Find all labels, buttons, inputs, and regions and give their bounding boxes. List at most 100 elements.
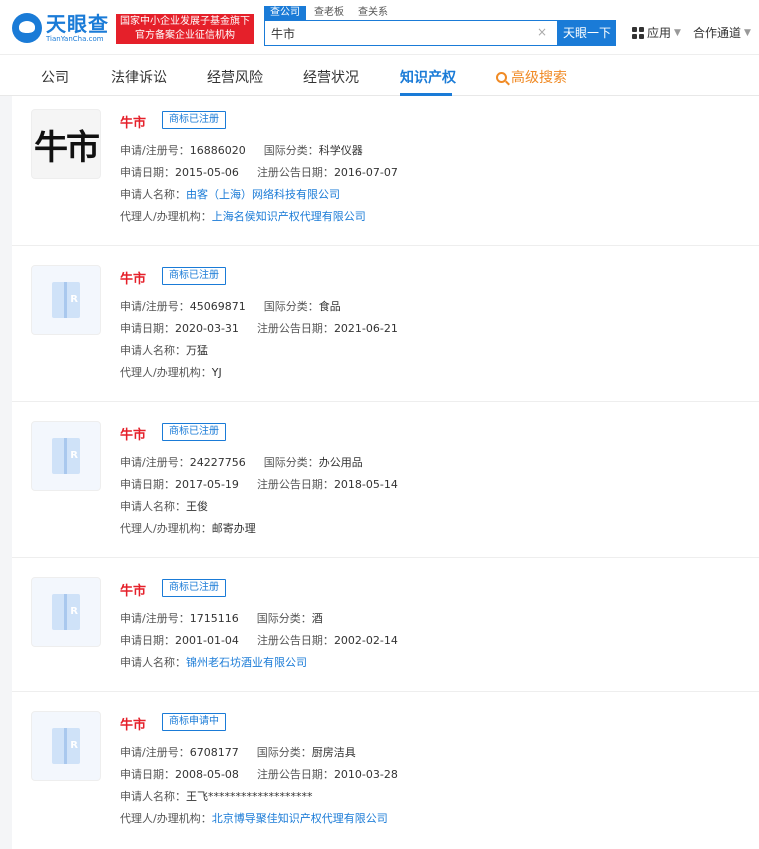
partner-menu[interactable]: 合作通道 ▼ [693, 24, 751, 41]
trademark-title[interactable]: 牛市 [120, 714, 146, 733]
status-badge: 商标已注册 [162, 579, 226, 597]
tab-ip[interactable]: 知识产权 [400, 67, 456, 87]
logo-name: 天眼查 [46, 11, 109, 36]
date-row: 申请日期：2020-03-31 注册公告日期：2021-06-21 [120, 320, 398, 336]
search-box: × [264, 20, 558, 46]
apply-date-value: 2015-05-06 [175, 166, 239, 179]
tianyancha-logo-icon [12, 13, 42, 43]
agent-label: 代理人/办理机构： [120, 522, 212, 535]
trademark-image[interactable]: R [31, 265, 101, 335]
apply-date-value: 2020-03-31 [175, 322, 239, 335]
tab-company[interactable]: 公司 [41, 67, 69, 87]
search-tab-relation[interactable]: 查关系 [352, 6, 394, 20]
agent-row: 代理人/办理机构：上海名侯知识产权代理有限公司 [120, 208, 366, 224]
reg-no-value: 6708177 [189, 746, 239, 759]
apply-date-label: 申请日期： [120, 634, 175, 647]
agent-row: 代理人/办理机构：北京博导聚佳知识产权代理有限公司 [120, 810, 388, 826]
apply-date-label: 申请日期： [120, 768, 175, 781]
agent-row: 代理人/办理机构：YJ [120, 364, 222, 380]
apply-date-label: 申请日期： [120, 478, 175, 491]
search-tab-boss[interactable]: 查老板 [308, 6, 350, 20]
applicant-value: 王俊 [186, 500, 208, 513]
reg-row: 申请/注册号：45069871 国际分类：食品 [120, 298, 341, 314]
agent-label: 代理人/办理机构： [120, 210, 212, 223]
book-placeholder-icon: R [50, 280, 82, 320]
advanced-search-link[interactable]: 高级搜索 [496, 67, 567, 87]
trademark-image[interactable]: R [31, 711, 101, 781]
list-item: R 牛市 商标已注册 申请/注册号：24227756 国际分类：办公用品 申请日期… [12, 402, 759, 558]
apply-date-value: 2008-05-08 [175, 768, 239, 781]
site-logo[interactable]: 天眼查 TianYanCha.com [12, 10, 112, 46]
reg-row: 申请/注册号：16886020 国际分类：科学仪器 [120, 142, 363, 158]
agent-value: YJ [211, 366, 222, 379]
status-badge: 商标已注册 [162, 111, 226, 129]
official-badge: 国家中小企业发展子基金旗下 官方备案企业征信机构 [116, 14, 254, 44]
applicant-label: 申请人名称： [120, 656, 186, 669]
apps-label: 应用 [647, 26, 672, 40]
reg-row: 申请/注册号：24227756 国际分类：办公用品 [120, 454, 363, 470]
date-row: 申请日期：2001-01-04 注册公告日期：2002-02-14 [120, 632, 398, 648]
trademark-image[interactable]: 牛市 [31, 109, 101, 179]
applicant-link[interactable]: 锦州老石坊酒业有限公司 [186, 656, 307, 669]
notice-date-label: 注册公告日期： [256, 166, 334, 179]
trademark-title[interactable]: 牛市 [120, 580, 146, 599]
applicant-row: 申请人名称：王俊 [120, 498, 208, 514]
top-header: 天眼查 TianYanCha.com 国家中小企业发展子基金旗下 官方备案企业征… [0, 0, 759, 54]
badge-line-1: 国家中小企业发展子基金旗下 [120, 16, 250, 27]
intl-class-value: 酒 [311, 612, 323, 625]
reg-no-label: 申请/注册号： [120, 612, 190, 625]
notice-date-value: 2010-03-28 [333, 768, 398, 781]
intl-class-label: 国际分类： [263, 300, 319, 313]
agent-link[interactable]: 上海名侯知识产权代理有限公司 [212, 210, 366, 223]
apply-date-label: 申请日期： [120, 166, 175, 179]
date-row: 申请日期：2017-05-19 注册公告日期：2018-05-14 [120, 476, 398, 492]
date-row: 申请日期：2008-05-08 注册公告日期：2010-03-28 [120, 766, 398, 782]
search-input[interactable] [265, 21, 525, 45]
intl-class-value: 厨房洁具 [311, 746, 356, 759]
applicant-row: 申请人名称：万猛 [120, 342, 208, 358]
apps-menu[interactable]: 应用 ▼ [632, 24, 681, 41]
intl-class-label: 国际分类： [263, 144, 319, 157]
applicant-row: 申请人名称：由客（上海）网络科技有限公司 [120, 186, 340, 202]
trademark-title[interactable]: 牛市 [120, 424, 146, 443]
reg-row: 申请/注册号：6708177 国际分类：厨房洁具 [120, 744, 356, 760]
book-placeholder-icon: R [50, 436, 82, 476]
status-badge: 商标已注册 [162, 267, 226, 285]
advanced-search-label: 高级搜索 [511, 70, 567, 86]
notice-date-label: 注册公告日期： [256, 768, 334, 781]
applicant-link[interactable]: 由客（上海）网络科技有限公司 [186, 188, 340, 201]
apply-date-value: 2001-01-04 [175, 634, 239, 647]
partner-label: 合作通道 [693, 26, 742, 40]
tab-legal[interactable]: 法律诉讼 [111, 67, 167, 87]
chevron-down-icon: ▼ [674, 27, 681, 38]
list-item: R 牛市 商标已注册 申请/注册号：1715116 国际分类：酒 申请日期：200… [12, 558, 759, 692]
search-tab-company[interactable]: 查公司 [264, 6, 306, 20]
agent-label: 代理人/办理机构： [120, 366, 212, 379]
clear-icon[interactable]: × [537, 26, 549, 38]
trademark-title[interactable]: 牛市 [120, 268, 146, 287]
tab-risk[interactable]: 经营风险 [207, 67, 263, 87]
reg-row: 申请/注册号：1715116 国际分类：酒 [120, 610, 323, 626]
agent-link[interactable]: 北京博导聚佳知识产权代理有限公司 [212, 812, 388, 825]
logo-text: 天眼查 TianYanCha.com [46, 13, 109, 44]
notice-date-value: 2021-06-21 [333, 322, 398, 335]
applicant-row: 申请人名称：锦州老石坊酒业有限公司 [120, 654, 307, 670]
status-badge: 商标申请中 [162, 713, 226, 731]
book-placeholder-icon: R [50, 592, 82, 632]
reg-no-label: 申请/注册号： [120, 746, 190, 759]
search-button[interactable]: 天眼一下 [558, 20, 616, 46]
trademark-image[interactable]: R [31, 577, 101, 647]
reg-no-label: 申请/注册号： [120, 456, 190, 469]
notice-date-label: 注册公告日期： [256, 478, 334, 491]
apps-grid-icon [632, 26, 644, 39]
trademark-image[interactable]: R [31, 421, 101, 491]
applicant-label: 申请人名称： [120, 344, 186, 357]
date-row: 申请日期：2015-05-06 注册公告日期：2016-07-07 [120, 164, 398, 180]
intl-class-value: 食品 [318, 300, 341, 313]
trademark-title[interactable]: 牛市 [120, 112, 146, 131]
reg-no-value: 1715116 [189, 612, 239, 625]
reg-no-value: 24227756 [189, 456, 246, 469]
status-badge: 商标已注册 [162, 423, 226, 441]
intl-class-label: 国际分类： [256, 746, 312, 759]
tab-operation[interactable]: 经营状况 [303, 67, 359, 87]
